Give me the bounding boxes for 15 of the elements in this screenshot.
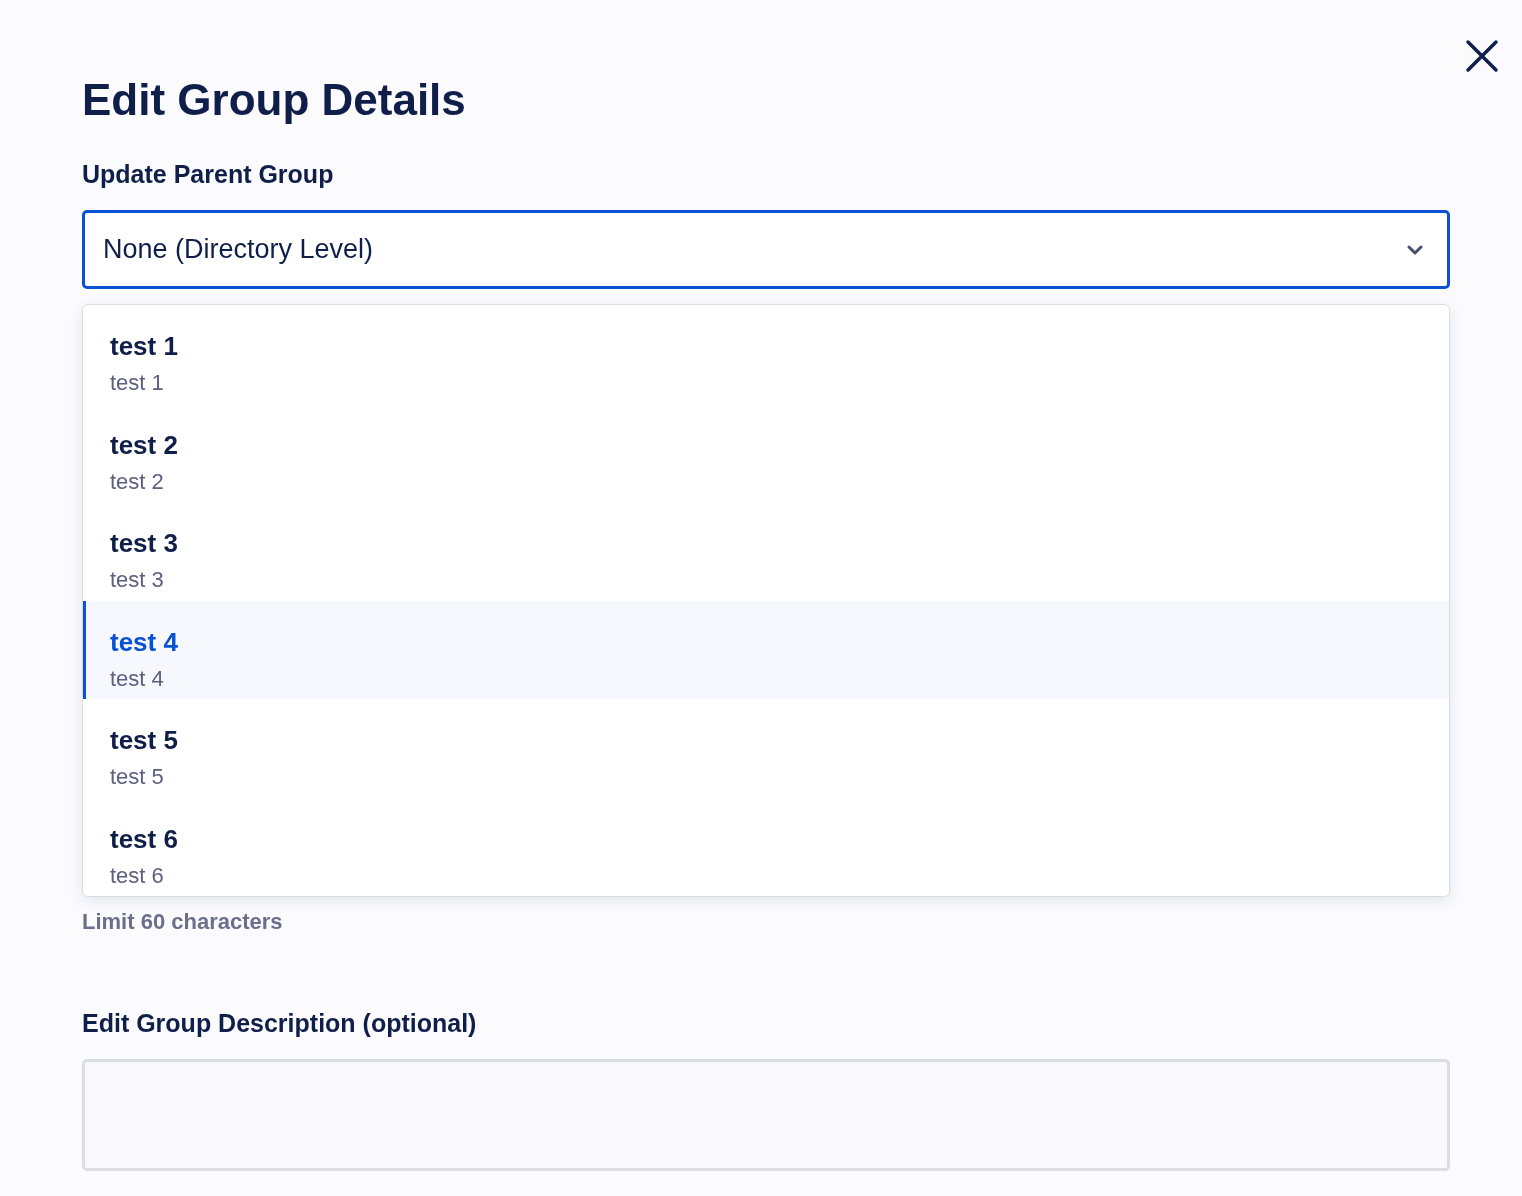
field-label: Edit Group Description (optional) bbox=[82, 1008, 477, 1039]
dropdown-option[interactable]: test 4 test 4 bbox=[83, 600, 1449, 699]
description-field[interactable] bbox=[82, 1059, 1450, 1171]
dropdown-option[interactable]: test 5 test 5 bbox=[83, 699, 1449, 798]
close-button[interactable] bbox=[1464, 38, 1500, 74]
dialog-title: Edit Group Details bbox=[82, 74, 467, 126]
hint-text: Limit 60 characters bbox=[82, 909, 283, 935]
parent-group-dropdown[interactable]: None (Directory Level) bbox=[82, 210, 1450, 289]
field-label: Update Parent Group bbox=[82, 159, 334, 190]
close-icon bbox=[1464, 38, 1500, 74]
dropdown-option[interactable]: test 1 test 1 bbox=[83, 305, 1449, 404]
dropdown-option[interactable]: test 2 test 2 bbox=[83, 403, 1449, 502]
chevron-down-icon bbox=[1407, 244, 1423, 255]
dropdown-option[interactable]: test 3 test 3 bbox=[83, 502, 1449, 601]
dropdown-option[interactable]: test 6 test 6 bbox=[83, 797, 1449, 896]
